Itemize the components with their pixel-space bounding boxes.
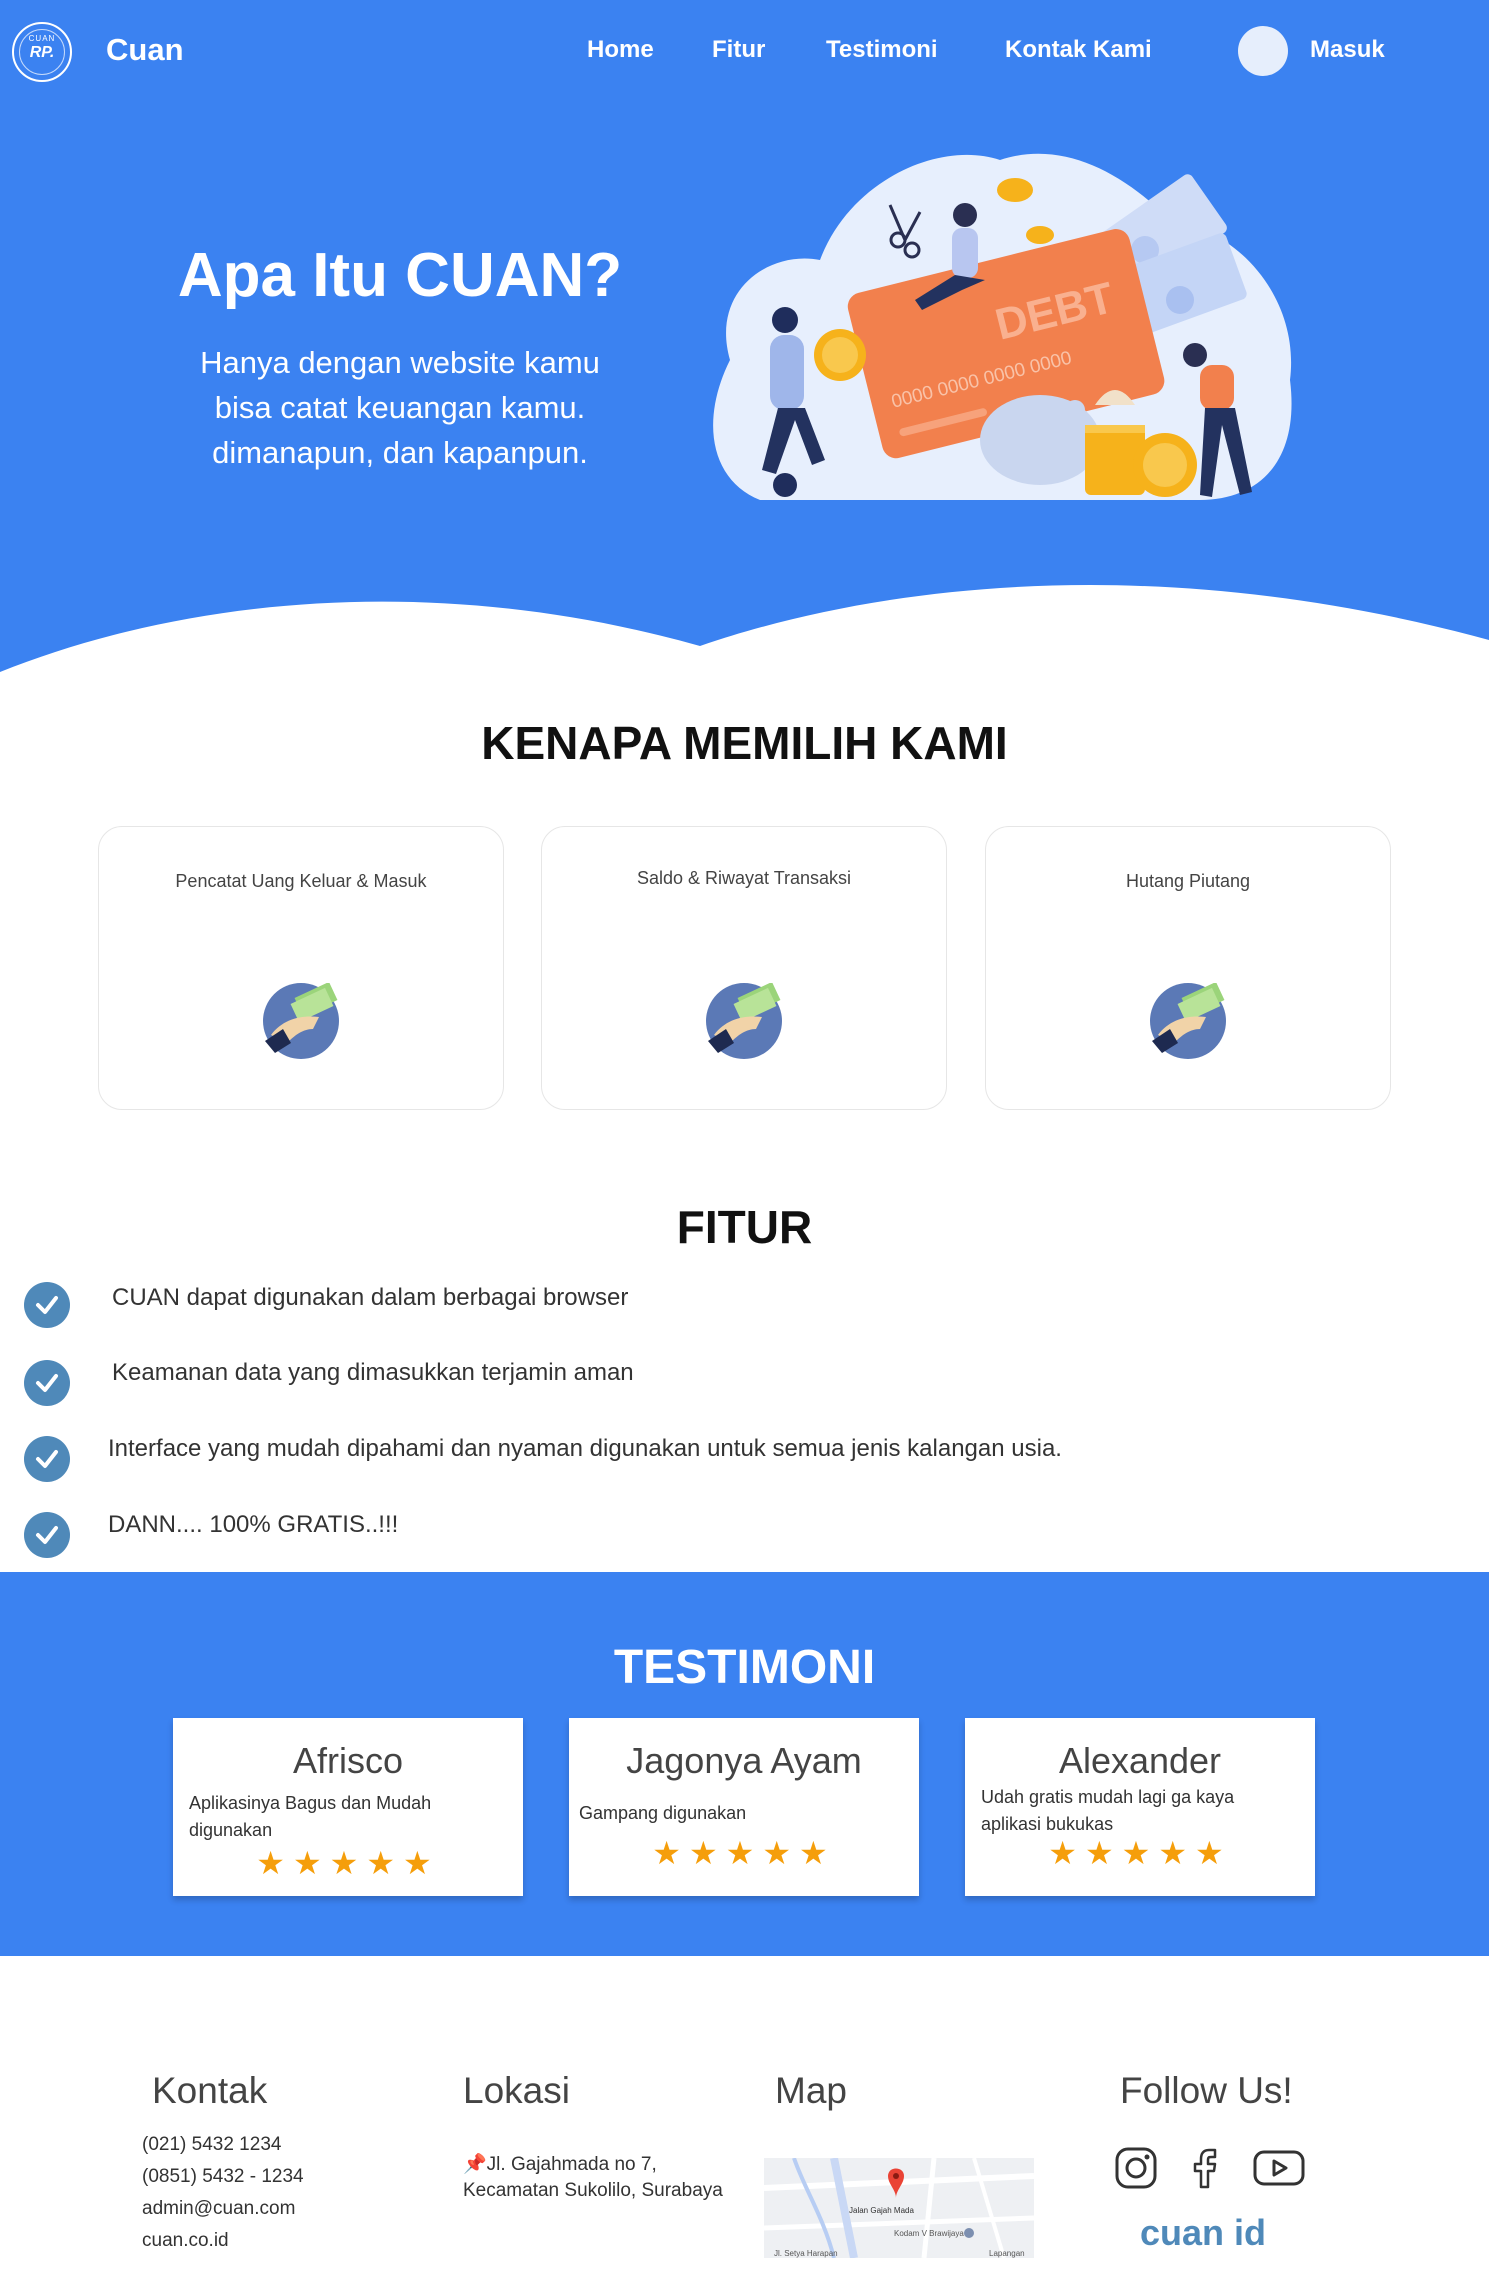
footer-phone-2[interactable]: (0851) 5432 - 1234 [142,2166,304,2188]
footer-follow-title: Follow Us! [1120,2070,1293,2111]
hero-subtitle-line-3: dimanapun, dan kapanpun. [212,435,588,470]
facebook-icon[interactable] [1190,2146,1220,2190]
money-hand-icon [263,983,339,1059]
footer-address-line-1: 📌Jl. Gajahmada no 7, [463,2152,657,2176]
fitur-item: Keamanan data yang dimasukkan terjamin a… [112,1359,634,1386]
footer-phone-1[interactable]: (021) 5432 1234 [142,2134,281,2156]
footer-lokasi-title: Lokasi [463,2070,570,2111]
map-label: Lapangan [989,2249,1025,2258]
testimoni-section: TESTIMONI Afrisco Aplikasinya Bagus dan … [0,1572,1489,1956]
nav-link-testimoni[interactable]: Testimoni [826,36,938,64]
nav-link-home[interactable]: Home [587,36,654,64]
map-graphic: Jalan Gajah Mada Kodam V Brawijaya Jl. S… [764,2158,1034,2258]
testimoni-review: Gampang digunakan [579,1803,747,1823]
fitur-item: CUAN dapat digunakan dalam berbagai brow… [112,1284,629,1311]
hero-title: Apa Itu CUAN? [177,241,623,310]
debt-illustration: DEBT 0000 0000 0000 0000 [713,153,1292,500]
footer-address-text: Jl. Gajahmada no 7, [486,2154,657,2175]
map-label: Jalan Gajah Mada [849,2206,914,2215]
avatar[interactable] [1238,26,1288,76]
hero-wave [0,585,1489,690]
footer-map-title: Map [775,2070,847,2111]
footer-email[interactable]: admin@cuan.com [142,2198,295,2220]
why-title: KENAPA MEMILIH KAMI [481,717,1008,769]
fitur-item: DANN.... 100% GRATIS..!!! [108,1511,399,1538]
map-label: Kodam V Brawijaya [894,2229,964,2238]
testimoni-name: Afrisco [292,1740,404,1781]
why-card-label: Saldo & Riwayat Transaksi [636,868,852,888]
footer-website[interactable]: cuan.co.id [142,2230,229,2252]
why-card-saldo: Saldo & Riwayat Transaksi [541,826,947,1110]
testimoni-card: Alexander Udah gratis mudah lagi ga kaya… [965,1718,1315,1896]
map-label: Jl. Setya Harapan [774,2249,838,2258]
money-hand-icon [706,983,782,1059]
testimoni-card: Jagonya Ayam Gampang digunakan ★★★★★ [569,1718,919,1896]
youtube-icon[interactable] [1252,2146,1306,2190]
footer-handle[interactable]: cuan id [1140,2212,1266,2254]
instagram-icon[interactable] [1114,2146,1158,2190]
check-icon [24,1512,70,1558]
login-button[interactable]: Masuk [1310,36,1385,64]
check-icon [24,1360,70,1406]
footer-kontak-title: Kontak [152,2070,268,2111]
logo-inner: CUAN RP. [19,29,65,75]
testimoni-review: Udah gratis mudah lagi ga kaya aplikasi … [981,1787,1235,1834]
testimoni-review: Aplikasinya Bagus dan Mudah digunakan [189,1793,432,1840]
nav-link-fitur[interactable]: Fitur [712,36,765,64]
navbar: CUAN RP. Cuan Home Fitur Testimoni Konta… [0,0,1489,100]
check-icon [24,1436,70,1482]
hero-subtitle-line-1: Hanya dengan website kamu [200,345,600,380]
why-card-label: Pencatat Uang Keluar & Masuk [175,871,427,891]
hero-section: CUAN RP. Cuan Home Fitur Testimoni Konta… [0,0,1489,690]
hero-subtitle-line-2: bisa catat keuangan kamu. [214,390,586,425]
rating-stars: ★★★★★ [1048,1835,1232,1871]
footer-address-line-2: Kecamatan Sukolilo, Surabaya [463,2180,723,2201]
testimoni-name: Alexander [1058,1740,1222,1781]
fitur-item: Interface yang mudah dipahami dan nyaman… [108,1435,1062,1462]
rating-stars: ★★★★★ [652,1835,836,1871]
fitur-title: FITUR [676,1201,813,1253]
money-hand-icon [1150,983,1226,1059]
why-card-pencatat: Pencatat Uang Keluar & Masuk [98,826,504,1110]
logo-mid-text: RP. [29,44,55,61]
testimoni-name: Jagonya Ayam [626,1740,862,1781]
why-card-hutang: Hutang Piutang [985,826,1391,1110]
map-embed[interactable]: Jalan Gajah Mada Kodam V Brawijaya Jl. S… [764,2158,1034,2258]
testimoni-card: Afrisco Aplikasinya Bagus dan Mudah digu… [173,1718,523,1896]
logo-top-text: CUAN [28,34,56,43]
testimoni-title: TESTIMONI [613,1641,876,1694]
check-icon [24,1282,70,1328]
brand-name[interactable]: Cuan [106,32,184,68]
nav-link-kontak[interactable]: Kontak Kami [1005,36,1152,64]
rating-stars: ★★★★★ [256,1845,440,1881]
map-pin-icon: 📌 [463,2154,487,2175]
logo[interactable]: CUAN RP. [12,22,72,82]
why-card-label: Hutang Piutang [1125,871,1251,891]
